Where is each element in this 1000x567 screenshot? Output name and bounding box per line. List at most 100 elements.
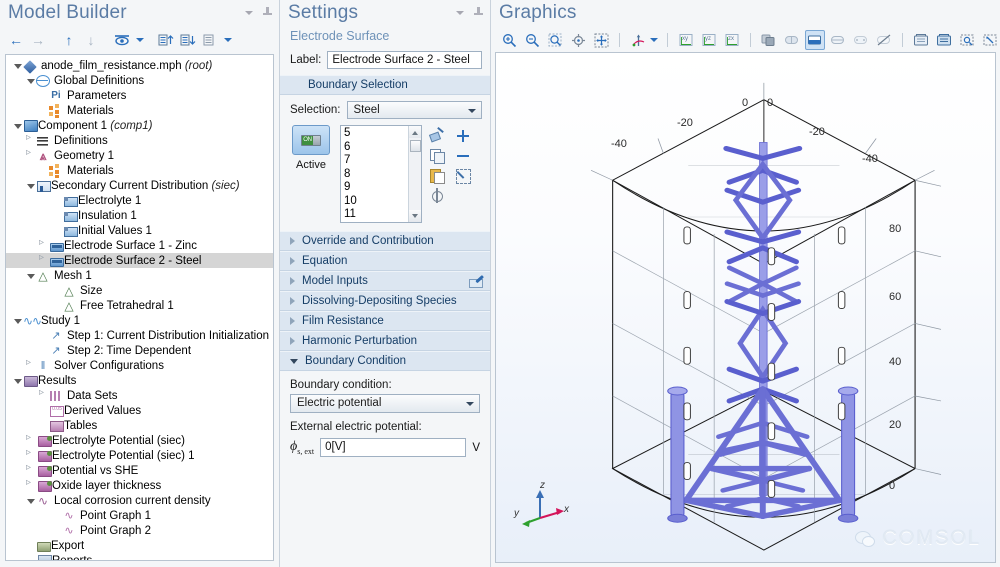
view-yz-plane-icon[interactable]: yz xyxy=(699,30,719,50)
tree-node[interactable]: △Mesh 1 xyxy=(6,268,273,283)
tree-twisty-open-icon[interactable] xyxy=(12,373,23,388)
edit-pencil-icon[interactable] xyxy=(468,275,482,288)
zoom-to-selection-icon[interactable] xyxy=(568,30,588,50)
selection-entity-item[interactable]: 6 xyxy=(344,141,405,155)
tree-node[interactable]: Electrode Surface 2 - Steel xyxy=(6,253,273,268)
zoom-in-icon[interactable] xyxy=(499,30,519,50)
show-eye-icon[interactable] xyxy=(112,30,132,50)
scroll-down-arrow-icon[interactable] xyxy=(409,210,422,222)
tree-node[interactable]: Export xyxy=(6,538,273,553)
tree-node[interactable]: 0.05Derived Values xyxy=(6,403,273,418)
section-header[interactable]: Harmonic Perturbation xyxy=(280,331,490,351)
paste-clipboard-icon[interactable] xyxy=(428,167,446,185)
tree-node[interactable]: Electrolyte Potential (siec) 1 xyxy=(6,448,273,463)
add-to-selection-icon[interactable] xyxy=(454,127,472,145)
tree-node[interactable]: PiParameters xyxy=(6,88,273,103)
tree-node[interactable]: Potential vs SHE xyxy=(6,463,273,478)
chevron-down-icon[interactable] xyxy=(244,7,255,18)
select-points-icon[interactable] xyxy=(851,30,871,50)
tree-node[interactable]: Secondary Current Distribution (siec) xyxy=(6,178,273,193)
clear-selection-icon[interactable] xyxy=(454,167,472,185)
tree-node[interactable]: Component 1 (comp1) xyxy=(6,118,273,133)
zoom-out-icon[interactable] xyxy=(522,30,542,50)
selection-combobox[interactable]: Steel xyxy=(347,101,482,119)
graphics-canvas[interactable]: 00-20-20-40-40806040200 z x y COMSOL xyxy=(495,52,996,563)
go-to-view-caret-icon[interactable] xyxy=(648,30,659,50)
section-header[interactable]: Dissolving-Depositing Species xyxy=(280,291,490,311)
selection-listbox[interactable]: 56789101112 xyxy=(340,125,422,223)
section-header[interactable]: Model Inputs xyxy=(280,271,490,291)
tree-node[interactable]: Reports xyxy=(6,553,273,561)
tree-twisty-closed-icon[interactable] xyxy=(25,463,36,478)
move-up-button[interactable]: ↑ xyxy=(59,30,79,50)
tree-node[interactable]: anode_film_resistance.mph (root) xyxy=(6,58,273,73)
selection-entity-item[interactable]: 10 xyxy=(344,195,405,209)
tree-options-button[interactable] xyxy=(200,30,220,50)
selection-entity-item[interactable]: 7 xyxy=(344,154,405,168)
scroll-up-arrow-icon[interactable] xyxy=(409,126,422,138)
tree-node[interactable]: Electrolyte Potential (siec) xyxy=(6,433,273,448)
zoom-extents-icon[interactable] xyxy=(591,30,611,50)
tree-node[interactable]: △Free Tetrahedral 1 xyxy=(6,298,273,313)
tree-node[interactable]: Insulation 1 xyxy=(6,208,273,223)
tree-twisty-closed-icon[interactable] xyxy=(38,253,49,268)
tree-twisty-closed-icon[interactable] xyxy=(38,388,49,403)
remove-from-selection-icon[interactable] xyxy=(454,147,472,165)
tree-twisty-open-icon[interactable] xyxy=(25,178,36,193)
tree-node[interactable]: ‖Solver Configurations xyxy=(6,358,273,373)
tree-node[interactable]: Materials xyxy=(6,163,273,178)
tree-twisty-open-icon[interactable] xyxy=(25,268,36,283)
tree-node[interactable]: △Size xyxy=(6,283,273,298)
tree-node[interactable]: Tables xyxy=(6,418,273,433)
forward-button[interactable]: → xyxy=(28,30,48,50)
pin-icon[interactable] xyxy=(473,7,484,18)
back-button[interactable]: ← xyxy=(6,30,26,50)
triangle-right-icon[interactable] xyxy=(290,317,295,325)
tree-twisty-closed-icon[interactable] xyxy=(25,433,36,448)
boundary-condition-combobox[interactable]: Electric potential xyxy=(290,394,480,413)
tree-node[interactable]: ∿Point Graph 1 xyxy=(6,508,273,523)
tree-node[interactable]: Oxide layer thickness xyxy=(6,478,273,493)
select-box-icon[interactable] xyxy=(980,30,1000,50)
paste-selection-icon[interactable] xyxy=(428,127,446,145)
tree-twisty-closed-icon[interactable] xyxy=(25,358,36,373)
tree-node[interactable]: Electrolyte 1 xyxy=(6,193,273,208)
zoom-to-selection-icon[interactable] xyxy=(428,187,446,205)
copy-selection-icon[interactable] xyxy=(428,147,446,165)
triangle-right-icon[interactable] xyxy=(290,337,295,345)
triangle-right-icon[interactable] xyxy=(290,277,295,285)
tree-node[interactable]: ∿Point Graph 2 xyxy=(6,523,273,538)
tree-options-caret[interactable] xyxy=(222,30,233,50)
pin-icon[interactable] xyxy=(262,7,273,18)
tree-twisty-closed-icon[interactable] xyxy=(25,478,36,493)
tree-node[interactable]: Data Sets xyxy=(6,388,273,403)
tree-node[interactable]: ∿∿Study 1 xyxy=(6,313,273,328)
tree-twisty-open-icon[interactable] xyxy=(12,118,23,133)
zoom-box-icon[interactable] xyxy=(545,30,565,50)
triangle-right-icon[interactable] xyxy=(290,237,295,245)
label-input[interactable]: Electrode Surface 2 - Steel xyxy=(327,51,482,69)
tree-twisty-open-icon[interactable] xyxy=(12,313,23,328)
tree-twisty-closed-icon[interactable] xyxy=(25,448,36,463)
clear-selection-icon[interactable] xyxy=(874,30,894,50)
external-potential-input[interactable]: 0[V] xyxy=(320,438,466,457)
tree-node[interactable]: Results xyxy=(6,373,273,388)
boundary-selection-section-header[interactable]: Boundary Selection xyxy=(280,75,490,95)
tree-twisty-closed-icon[interactable] xyxy=(25,133,36,148)
go-to-view-icon[interactable] xyxy=(628,30,648,50)
tree-twisty-closed-icon[interactable] xyxy=(25,148,36,163)
tree-node[interactable]: ↗Step 2: Time Dependent xyxy=(6,343,273,358)
image-snapshot-icon[interactable] xyxy=(957,30,977,50)
select-edges-icon[interactable] xyxy=(828,30,848,50)
tree-node[interactable]: Global Definitions xyxy=(6,73,273,88)
model-tree[interactable]: anode_film_resistance.mph (root)Global D… xyxy=(5,54,274,561)
tree-twisty-open-icon[interactable] xyxy=(12,58,23,73)
show-dropdown-caret[interactable] xyxy=(134,30,145,50)
section-header[interactable]: Boundary Condition xyxy=(280,351,490,371)
scrollbar-thumb[interactable] xyxy=(410,140,421,152)
section-header[interactable]: Override and Contribution xyxy=(280,231,490,251)
tree-node[interactable]: ∿Local corrosion current density xyxy=(6,493,273,508)
selection-entity-item[interactable]: 11 xyxy=(344,208,405,222)
section-header[interactable]: Equation xyxy=(280,251,490,271)
tree-node[interactable]: Materials xyxy=(6,103,273,118)
